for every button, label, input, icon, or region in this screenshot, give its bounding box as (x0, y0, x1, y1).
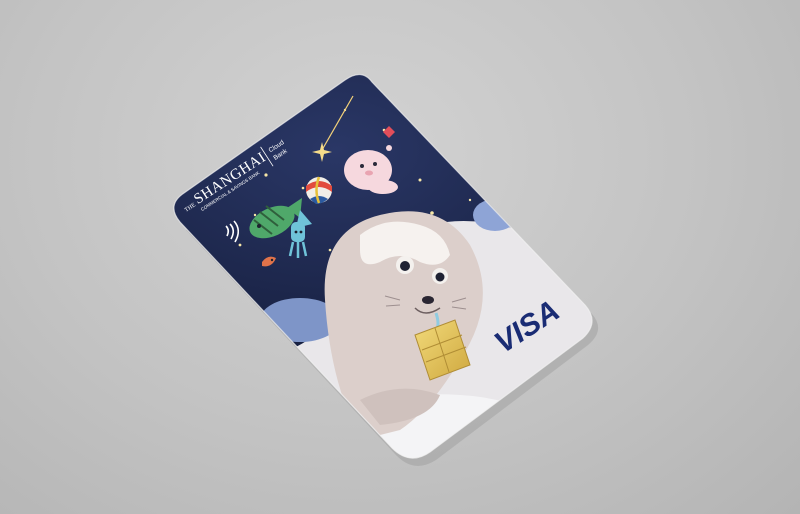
credit-card: THE SHANGHAI COMMERCIAL & SAVINGS BANK C… (173, 74, 593, 459)
card-scene: THE SHANGHAI COMMERCIAL & SAVINGS BANK C… (173, 73, 599, 466)
